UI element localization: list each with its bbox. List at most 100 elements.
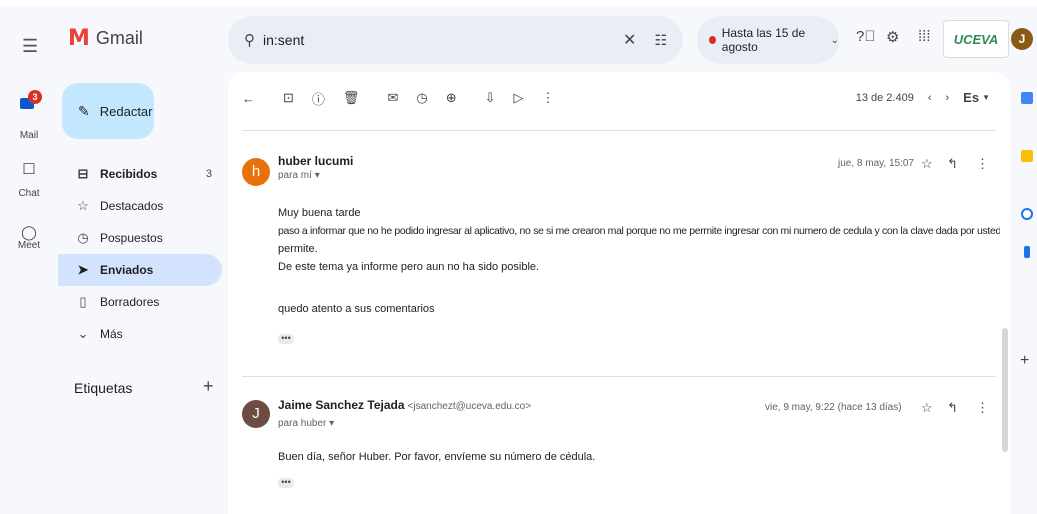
more-vert-icon[interactable]: ⋮ bbox=[542, 90, 555, 106]
reply-icon[interactable]: ↰ bbox=[947, 400, 958, 416]
search-bar[interactable]: ⚲ in:sent ✕ ☷ bbox=[228, 16, 683, 64]
message-body-line: permite. bbox=[278, 243, 318, 255]
gmail-logo[interactable]: M Gmail bbox=[68, 26, 143, 51]
recipient-toggle[interactable]: para huber ▾ bbox=[278, 418, 334, 429]
keep-icon[interactable] bbox=[1021, 150, 1033, 162]
more-vert-icon[interactable]: ⋮ bbox=[976, 400, 989, 416]
compose-label: Redactar bbox=[99, 103, 153, 119]
more-vert-icon[interactable]: ⋮ bbox=[976, 156, 989, 172]
sidebar-item-more[interactable]: ⌄ Más bbox=[58, 318, 222, 350]
rail-mail-label[interactable]: Mail bbox=[0, 130, 58, 141]
help-icon[interactable]: ?⃝ bbox=[856, 28, 876, 45]
status-button[interactable]: Hasta las 15 de agosto ⌄ bbox=[697, 16, 839, 64]
labels-heading: Etiquetas bbox=[74, 380, 133, 396]
sender-avatar[interactable]: h bbox=[242, 158, 270, 186]
sidebar-item-sent[interactable]: ➤ Enviados bbox=[58, 254, 222, 286]
search-icon[interactable]: ⚲ bbox=[244, 31, 255, 49]
rail-chat-label[interactable]: Chat bbox=[0, 188, 58, 199]
draft-icon: ▯ bbox=[79, 294, 87, 309]
compose-button[interactable]: ✎ Redactar bbox=[62, 83, 154, 139]
tasks-icon[interactable] bbox=[1021, 208, 1033, 220]
sidebar-item-label: Destacados bbox=[100, 199, 164, 213]
pager: 13 de 2.409 ‹ › Es ▼ bbox=[842, 90, 990, 105]
caret-down-icon[interactable]: ▼ bbox=[982, 93, 990, 102]
calendar-icon[interactable] bbox=[1021, 92, 1033, 104]
app-name: Gmail bbox=[95, 28, 143, 48]
chevron-down-icon: ⌄ bbox=[77, 326, 89, 341]
sidebar-nav: ⊟ Recibidos 3 ☆ Destacados ◷ Pospuestos … bbox=[58, 158, 222, 350]
chevron-right-icon[interactable]: › bbox=[946, 92, 950, 104]
trash-icon[interactable]: 🗑 bbox=[343, 90, 360, 106]
sidebar-item-label: Borradores bbox=[100, 295, 160, 309]
sidebar-item-label: Pospuestos bbox=[100, 231, 163, 245]
language-selector[interactable]: Es bbox=[963, 90, 979, 105]
search-input[interactable]: in:sent bbox=[263, 32, 623, 48]
message-toolbar: ← ⊡ ⓘ 🗑 ✉ ◷ ⊕ ⇩ ▷ ⋮ 13 de 2.409 ‹ › Es ▼ bbox=[228, 72, 1010, 124]
gear-icon[interactable]: ⚙ bbox=[886, 28, 899, 46]
account-avatar[interactable]: J bbox=[1011, 28, 1033, 50]
add-label-icon[interactable]: + bbox=[203, 376, 214, 397]
star-icon[interactable]: ☆ bbox=[921, 156, 933, 172]
sidebar-item-drafts[interactable]: ▯ Borradores bbox=[58, 286, 222, 318]
message-body-line: Muy buena tarde bbox=[278, 207, 361, 219]
chevron-left-icon[interactable]: ‹ bbox=[928, 92, 932, 104]
recipient-text: para mí bbox=[278, 170, 312, 181]
meet-icon[interactable]: ◯ bbox=[0, 224, 58, 241]
show-trimmed-button[interactable]: ••• bbox=[278, 334, 294, 344]
sidebar-item-starred[interactable]: ☆ Destacados bbox=[58, 190, 222, 222]
top-border bbox=[0, 0, 1037, 6]
back-arrow-icon[interactable]: ← bbox=[242, 91, 255, 106]
move-to-icon[interactable]: ⇩ bbox=[485, 90, 496, 106]
mark-unread-icon[interactable]: ✉ bbox=[387, 90, 398, 106]
sidebar-item-label: Enviados bbox=[100, 263, 154, 277]
sender-avatar[interactable]: J bbox=[242, 400, 270, 428]
message-body-line: Buen día, señor Huber. Por favor, envíem… bbox=[278, 451, 596, 463]
show-trimmed-button[interactable]: ••• bbox=[278, 478, 294, 488]
sidebar-item-snoozed[interactable]: ◷ Pospuestos bbox=[58, 222, 222, 254]
recipient-text: para huber bbox=[278, 418, 327, 429]
pencil-icon: ✎ bbox=[78, 102, 90, 119]
caret-down-icon: ▾ bbox=[314, 170, 320, 181]
hamburger-menu-icon[interactable]: ☰ bbox=[22, 36, 38, 57]
snooze-icon[interactable]: ◷ bbox=[416, 90, 427, 106]
scrollbar[interactable] bbox=[1002, 328, 1008, 452]
add-addon-icon[interactable]: + bbox=[1020, 352, 1029, 370]
sender-name[interactable]: Jaime Sanchez Tejada <jsanchezt@uceva.edu… bbox=[278, 398, 531, 412]
rail-meet-label[interactable]: Meet bbox=[0, 240, 58, 251]
message-date: vie, 9 may, 9:22 (hace 13 días) bbox=[765, 402, 902, 413]
archive-icon[interactable]: ⊡ bbox=[283, 90, 294, 106]
add-task-icon[interactable]: ⊕ bbox=[446, 90, 457, 106]
message-view: ← ⊡ ⓘ 🗑 ✉ ◷ ⊕ ⇩ ▷ ⋮ 13 de 2.409 ‹ › Es ▼… bbox=[228, 72, 1010, 514]
pager-text: 13 de 2.409 bbox=[855, 91, 914, 104]
clear-search-icon[interactable]: ✕ bbox=[623, 30, 636, 50]
sender-name-text: huber lucumi bbox=[278, 154, 354, 168]
label-icon[interactable]: ▷ bbox=[514, 90, 524, 106]
sender-name[interactable]: huber lucumi bbox=[278, 154, 353, 168]
contacts-icon[interactable] bbox=[1024, 246, 1030, 258]
divider bbox=[242, 130, 996, 131]
org-logo[interactable]: UCEVA bbox=[943, 20, 1009, 58]
message-body-line: paso a informar que no he podido ingresa… bbox=[278, 225, 1000, 237]
sender-name-text: Jaime Sanchez Tejada bbox=[278, 398, 405, 412]
message-date: jue, 8 may, 15:07 bbox=[838, 158, 914, 169]
mail-rail-icon[interactable]: 3 bbox=[18, 90, 42, 114]
recipient-toggle[interactable]: para mí ▾ bbox=[278, 170, 320, 181]
search-options-icon[interactable]: ☷ bbox=[654, 32, 667, 49]
apps-grid-icon[interactable]: ⁞⁞⁞ bbox=[918, 28, 931, 45]
message-body-line: De este tema ya informe pero aun no ha s… bbox=[278, 261, 540, 273]
sidebar-item-label: Más bbox=[100, 327, 123, 341]
sidebar-item-label: Recibidos bbox=[100, 167, 158, 181]
message-body-line: quedo atento a sus comentarios bbox=[278, 303, 435, 315]
left-rail: ☰ 3 Mail ☐ Chat ◯ Meet bbox=[0, 6, 58, 514]
star-icon[interactable]: ☆ bbox=[921, 400, 933, 416]
clock-icon: ◷ bbox=[77, 230, 89, 245]
mail-badge: 3 bbox=[28, 90, 42, 104]
reply-icon[interactable]: ↰ bbox=[947, 156, 958, 172]
report-spam-icon[interactable]: ⓘ bbox=[312, 89, 325, 108]
sidebar-item-inbox[interactable]: ⊟ Recibidos 3 bbox=[58, 158, 222, 190]
sender-email: <jsanchezt@uceva.edu.co> bbox=[407, 401, 532, 412]
star-icon: ☆ bbox=[77, 198, 89, 213]
chat-icon[interactable]: ☐ bbox=[0, 160, 58, 178]
chevron-down-icon: ⌄ bbox=[830, 34, 839, 46]
gmail-m-icon: M bbox=[68, 26, 90, 51]
